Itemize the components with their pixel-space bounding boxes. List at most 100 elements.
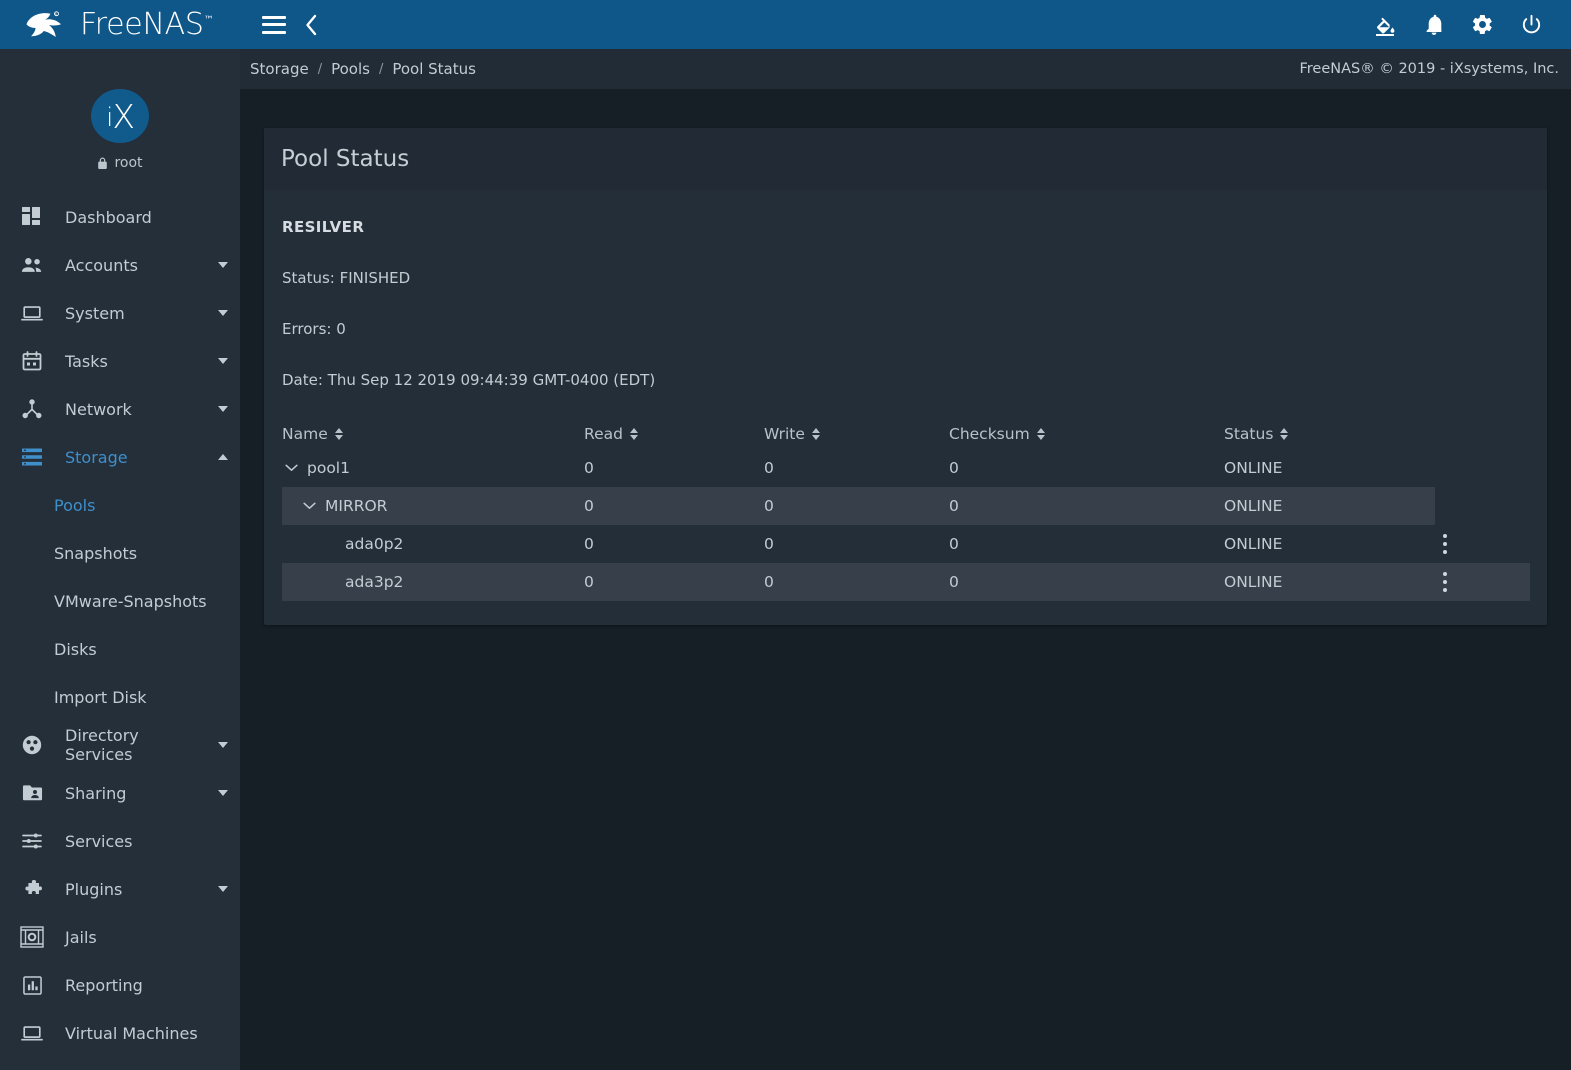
row-menu-button[interactable]	[1443, 534, 1447, 554]
breadcrumb-item-pool-status[interactable]: Pool Status	[392, 60, 476, 78]
table-row[interactable]: pool1 0 0 0 ONLINE	[264, 449, 1547, 487]
chevron-down-icon[interactable]	[206, 790, 240, 796]
cell-checksum: 0	[949, 459, 959, 477]
chevron-down-icon[interactable]	[300, 497, 318, 515]
cell-read: 0	[584, 459, 594, 477]
breadcrumb-item-pools[interactable]: Pools	[331, 60, 370, 78]
breadcrumb-item-storage[interactable]: Storage	[250, 60, 309, 78]
cell-name-label: pool1	[307, 459, 350, 477]
chevron-down-icon[interactable]	[206, 886, 240, 892]
chevron-down-icon[interactable]	[206, 310, 240, 316]
cell-status: ONLINE	[1224, 535, 1283, 553]
column-header-checksum[interactable]: Checksum	[949, 425, 1224, 443]
sidebar-subitem-label: Import Disk	[54, 687, 147, 707]
sidebar: iX root Dashboard Accounts System Tasks …	[0, 49, 240, 1070]
cell-name: pool1	[264, 459, 584, 477]
hamburger-icon[interactable]	[262, 15, 286, 34]
sidebar-item-vmware-snapshots[interactable]: VMware-Snapshots	[0, 577, 240, 625]
power-icon[interactable]	[1520, 13, 1543, 36]
column-header-label: Read	[584, 425, 623, 443]
sidebar-item-reporting[interactable]: Reporting	[0, 961, 240, 1009]
sort-icon[interactable]	[811, 427, 821, 441]
table-row[interactable]: ada0p2 0 0 0 ONLINE	[264, 525, 1547, 563]
sidebar-item-network[interactable]: Network	[0, 385, 240, 433]
brand-name: FreeNAS™	[80, 6, 214, 42]
sidebar-item-system[interactable]: System	[0, 289, 240, 337]
table-row[interactable]: ada3p2 0 0 0 ONLINE	[264, 563, 1547, 601]
sidebar-item-label: Dashboard	[65, 207, 152, 227]
row-menu-button[interactable]	[1443, 572, 1447, 592]
calendar-icon	[12, 351, 52, 371]
folder-shared-icon	[12, 784, 52, 802]
column-header-name[interactable]: Name	[264, 425, 584, 443]
sidebar-item-sharing[interactable]: Sharing	[0, 769, 240, 817]
sidebar-item-label: Plugins	[65, 879, 123, 899]
sidebar-item-import-disk[interactable]: Import Disk	[0, 673, 240, 721]
column-header-status[interactable]: Status	[1224, 425, 1439, 443]
sidebar-item-snapshots[interactable]: Snapshots	[0, 529, 240, 577]
cell-write: 0	[764, 497, 774, 515]
sidebar-item-disks[interactable]: Disks	[0, 625, 240, 673]
breadcrumb-separator: /	[378, 61, 384, 77]
chevron-down-icon[interactable]	[282, 459, 300, 477]
topbar-right-actions	[1373, 13, 1571, 37]
resilver-date: Date: Thu Sep 12 2019 09:44:39 GMT-0400 …	[282, 371, 656, 389]
current-user-label: root	[114, 155, 143, 171]
sidebar-item-services[interactable]: Services	[0, 817, 240, 865]
cell-name-label: ada3p2	[345, 573, 404, 591]
cell-name: MIRROR	[264, 497, 584, 515]
cell-name-label: MIRROR	[325, 497, 388, 515]
ix-logo: iX	[91, 89, 149, 143]
network-icon	[12, 399, 52, 419]
current-user[interactable]: root	[97, 155, 143, 171]
cell-status: ONLINE	[1224, 573, 1283, 591]
sidebar-item-storage[interactable]: Storage	[0, 433, 240, 481]
lock-icon	[98, 157, 108, 169]
freenas-fish-logo: R	[26, 10, 61, 37]
resilver-heading: RESILVER	[282, 218, 365, 236]
column-header-write[interactable]: Write	[764, 425, 949, 443]
sort-icon[interactable]	[1036, 427, 1046, 441]
settings-icon[interactable]	[1471, 13, 1494, 36]
sidebar-item-label: Directory Services	[65, 726, 139, 764]
cell-read: 0	[584, 573, 594, 591]
chevron-down-icon[interactable]	[206, 358, 240, 364]
cell-status: ONLINE	[1224, 497, 1283, 515]
dashboard-icon	[12, 207, 52, 227]
brand-logo-area[interactable]: R FreeNAS™	[0, 0, 240, 49]
sidebar-item-jails[interactable]: Jails	[0, 913, 240, 961]
chevron-down-icon[interactable]	[206, 406, 240, 412]
puzzle-icon	[12, 879, 52, 899]
sidebar-item-label: Reporting	[65, 975, 143, 995]
table-row[interactable]: MIRROR 0 0 0 ONLINE	[264, 487, 1547, 525]
card-body: RESILVER Status: FINISHED Errors: 0 Date…	[264, 190, 1547, 625]
chevron-down-icon[interactable]	[206, 262, 240, 268]
sidebar-item-accounts[interactable]: Accounts	[0, 241, 240, 289]
chevron-down-icon[interactable]	[206, 742, 240, 748]
bar-chart-icon	[12, 975, 52, 995]
jail-icon	[12, 926, 52, 948]
chevron-up-icon[interactable]	[206, 454, 240, 460]
sidebar-item-tasks[interactable]: Tasks	[0, 337, 240, 385]
theme-icon[interactable]	[1373, 13, 1397, 37]
sidebar-item-label: Sharing	[65, 783, 127, 803]
chevron-left-icon[interactable]	[304, 13, 318, 37]
brand-name-text: FreeNAS	[80, 6, 204, 42]
sidebar-item-directory-services[interactable]: Directory Services	[0, 721, 240, 769]
directory-icon	[12, 735, 52, 755]
sort-icon[interactable]	[334, 427, 344, 441]
sidebar-item-pools[interactable]: Pools	[0, 481, 240, 529]
people-icon	[12, 256, 52, 274]
content-area: Storage / Pools / Pool Status FreeNAS® ©…	[240, 49, 1571, 1070]
column-header-read[interactable]: Read	[584, 425, 764, 443]
sidebar-item-dashboard[interactable]: Dashboard	[0, 193, 240, 241]
monitor-icon	[12, 1024, 52, 1042]
sidebar-item-plugins[interactable]: Plugins	[0, 865, 240, 913]
sidebar-item-virtual-machines[interactable]: Virtual Machines	[0, 1009, 240, 1057]
notifications-icon[interactable]	[1423, 13, 1445, 37]
sort-icon[interactable]	[1280, 427, 1289, 441]
sidebar-item-display-system[interactable]: Display System	[0, 1057, 240, 1070]
ix-logo-i: i	[106, 103, 113, 133]
sidebar-subitem-label: Snapshots	[54, 543, 138, 563]
sort-icon[interactable]	[629, 427, 639, 441]
